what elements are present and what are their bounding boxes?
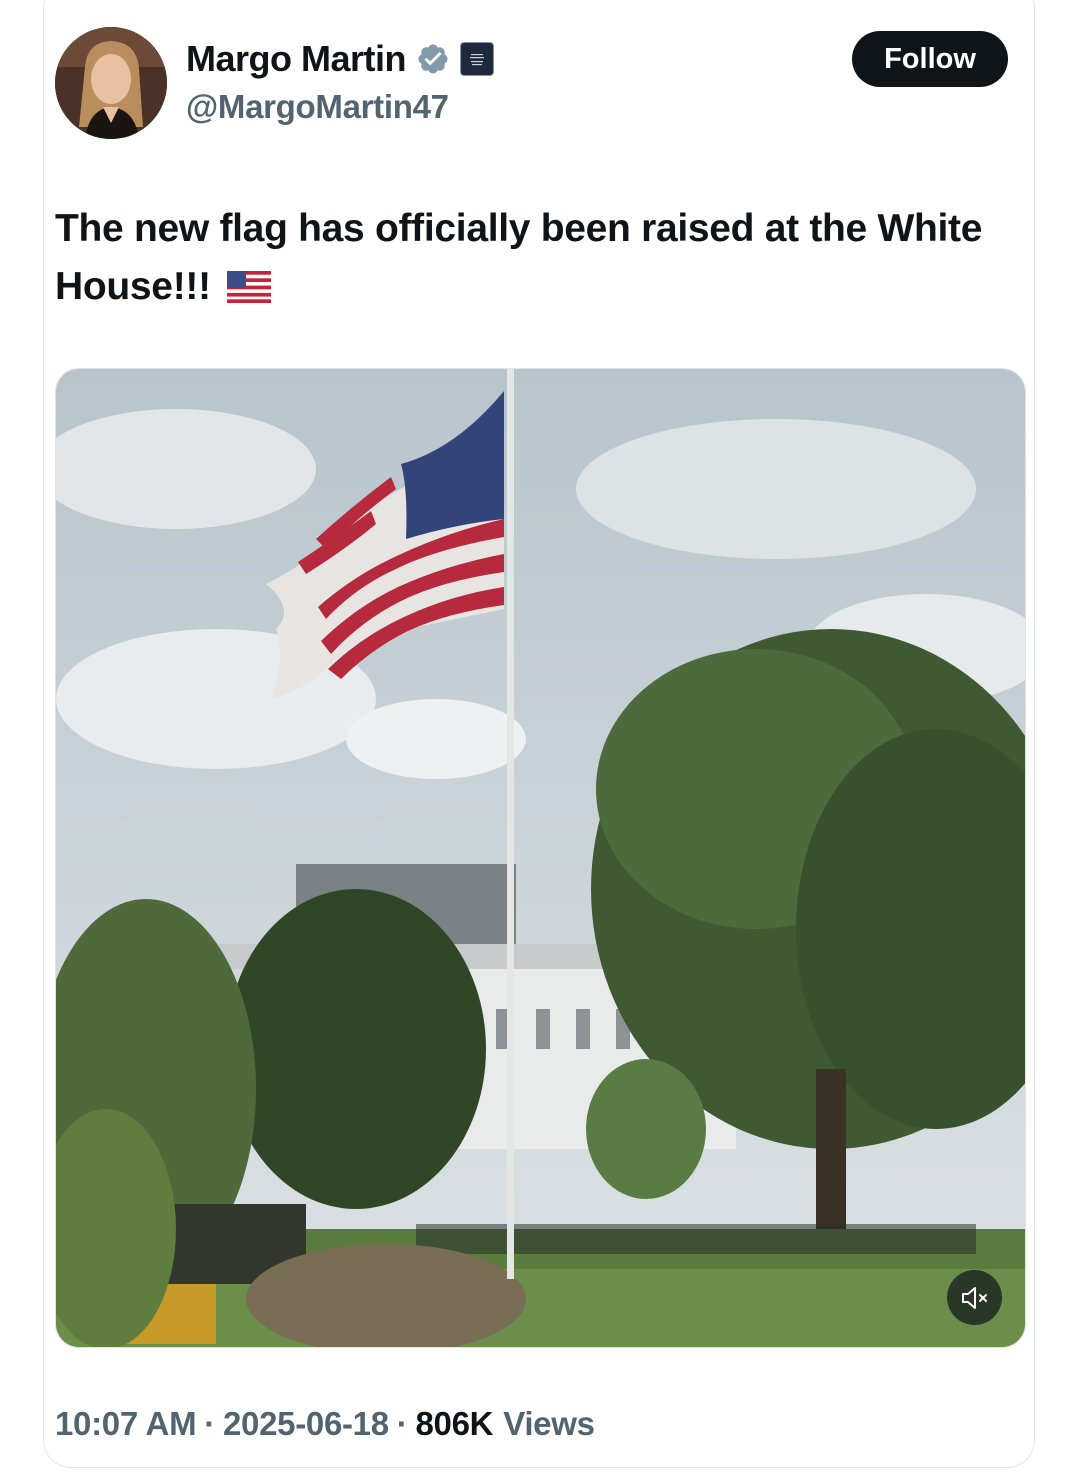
- white-house-badge-icon[interactable]: [460, 42, 495, 76]
- views-label[interactable]: Views: [503, 1405, 595, 1443]
- separator: ·: [204, 1405, 215, 1442]
- author-name[interactable]: Margo Martin: [186, 38, 407, 80]
- author-handle[interactable]: @MargoMartin47: [186, 88, 449, 126]
- tweet-body: The new flag has officially been raised …: [55, 207, 983, 308]
- tweet-time[interactable]: 10:07 AM: [55, 1405, 197, 1443]
- mute-button[interactable]: [947, 1270, 1002, 1325]
- avatar[interactable]: [55, 27, 167, 139]
- video-frame: [56, 369, 1025, 1347]
- us-flag-emoji: [227, 271, 272, 303]
- views-count[interactable]: 806K: [416, 1405, 494, 1443]
- tweet-date[interactable]: 2025-06-18: [223, 1405, 389, 1443]
- tweet-text: The new flag has officially been raised …: [55, 200, 1015, 316]
- author-row: Margo Martin: [186, 38, 495, 80]
- tweet-meta: 10:07 AM · 2025-06-18 · 806K Views: [55, 1405, 595, 1443]
- verified-badge-icon: [418, 44, 448, 74]
- speaker-muted-icon: [961, 1286, 987, 1309]
- video-player[interactable]: [55, 368, 1026, 1348]
- separator: ·: [396, 1405, 408, 1442]
- follow-button[interactable]: Follow: [852, 31, 1008, 87]
